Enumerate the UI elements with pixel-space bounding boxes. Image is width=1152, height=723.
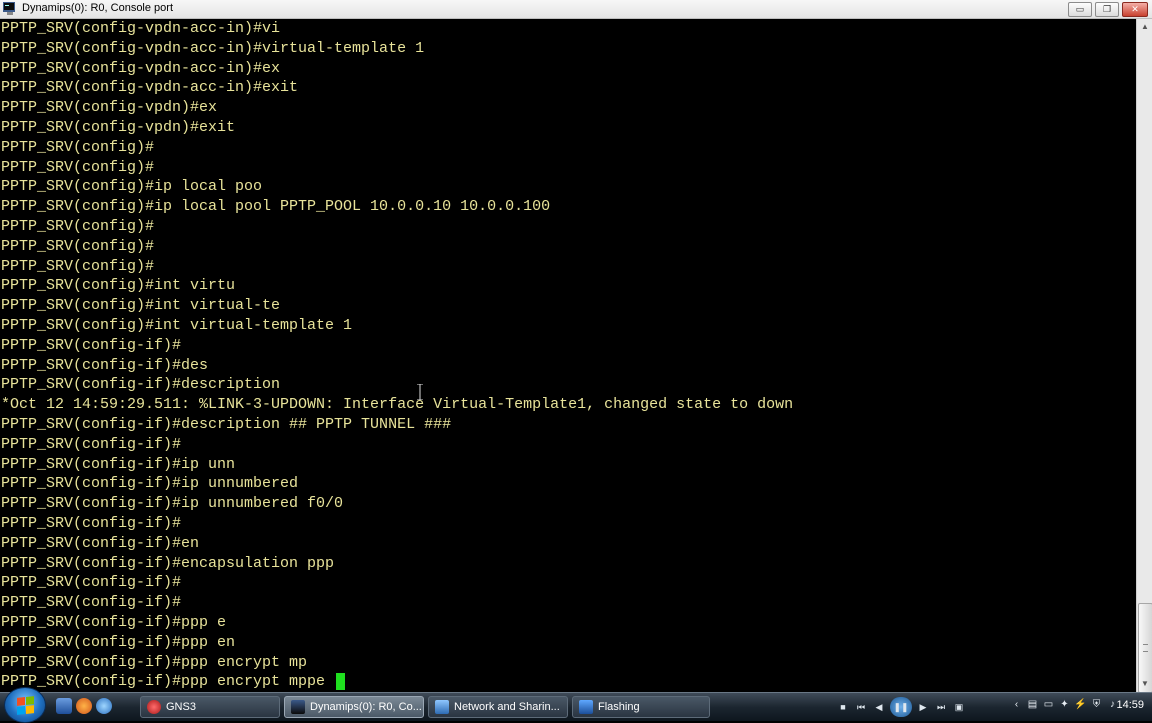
taskbar-buttons: GNS3 Dynamips(0): R0, Co... Network and … [140, 696, 710, 718]
console-line: PPTP_SRV(config-if)#ip unnumbered [1, 475, 299, 493]
task-label: Flashing [598, 701, 640, 713]
media-switch-icon[interactable]: ▣ [952, 700, 966, 714]
console-app-icon [3, 2, 15, 15]
console-line: PPTP_SRV(config-vpdn)#exit [1, 118, 236, 136]
text-cursor [336, 672, 346, 690]
network-icon [435, 700, 449, 714]
task-label: Network and Sharin... [454, 701, 560, 713]
task-flashing[interactable]: Flashing [572, 696, 710, 718]
system-clock[interactable]: 14:59 [1116, 699, 1144, 711]
task-dynamips-console[interactable]: Dynamips(0): R0, Co... [284, 696, 424, 718]
console-line: PPTP_SRV(config)#ip local poo [1, 178, 263, 196]
console-line: PPTP_SRV(config-vpdn-acc-in)#exit [1, 79, 299, 97]
console-lines: PPTP_SRV(config-vpdn-acc-in)#vi PPTP_SRV(… [0, 19, 1136, 672]
quick-launch [56, 698, 112, 714]
console-prompt-text: PPTP_SRV(config-if)#ppp encrypt mppe [1, 673, 335, 691]
console-line: PPTP_SRV(config-if)#ip unnumbered f0/0 [1, 495, 344, 513]
window-title: Dynamips(0): R0, Console port [22, 2, 174, 14]
close-button[interactable]: ✕ [1122, 2, 1148, 17]
system-tray: ‹ ▤ ▭ ✦ ⚡ ⛨ ♪ [1010, 698, 1119, 711]
media-previous-icon[interactable]: ⏮ [854, 700, 868, 714]
vertical-scrollbar[interactable]: ▲ ▼ [1136, 19, 1152, 693]
media-forward-icon[interactable]: ▶ [916, 700, 930, 714]
console-line: PPTP_SRV(config)# [1, 237, 155, 255]
media-controls: ■ ⏮ ◀ ❚❚ ▶ ⏭ ▣ [836, 697, 966, 717]
console-line: PPTP_SRV(config-if)#ip unn [1, 455, 236, 473]
console-line: PPTP_SRV(config)# [1, 138, 155, 156]
console-line: PPTP_SRV(config-vpdn)#ex [1, 99, 218, 117]
console-line: *Oct 12 14:59:29.511: %LINK-3-UPDOWN: In… [1, 396, 794, 414]
ibeam-cursor-icon [417, 384, 423, 400]
console-line: PPTP_SRV(config)# [1, 158, 155, 176]
scroll-down-arrow-icon[interactable]: ▼ [1137, 676, 1152, 692]
console-line: PPTP_SRV(config-vpdn-acc-in)#virtual-tem… [1, 39, 425, 57]
gns3-icon [147, 700, 161, 714]
task-label: GNS3 [166, 701, 196, 713]
media-next-icon[interactable]: ⏭ [934, 700, 948, 714]
console-line: PPTP_SRV(config-if)#description [1, 376, 281, 394]
scrollbar-grip-icon [1143, 644, 1148, 652]
console-line: PPTP_SRV(config-if)# [1, 435, 182, 453]
console-line: PPTP_SRV(config-if)# [1, 514, 182, 532]
console-line: PPTP_SRV(config)#ip local pool PPTP_POOL… [1, 198, 551, 216]
task-gns3[interactable]: GNS3 [140, 696, 280, 718]
media-pause-icon[interactable]: ❚❚ [890, 697, 912, 717]
console-line: PPTP_SRV(config-vpdn-acc-in)#vi [1, 20, 281, 37]
tray-language-icon[interactable]: ▤ [1026, 698, 1039, 711]
console-line: PPTP_SRV(config)# [1, 257, 155, 275]
console-line: PPTP_SRV(config-if)#encapsulation ppp [1, 554, 335, 572]
console-line: PPTP_SRV(config-if)#description ## PPTP … [1, 415, 452, 433]
console-line: PPTP_SRV(config)#int virtual-template 1 [1, 316, 353, 334]
window-titlebar[interactable]: Dynamips(0): R0, Console port ▭ ❐ ✕ [0, 0, 1152, 19]
media-stop-icon[interactable]: ■ [836, 700, 850, 714]
internet-explorer-icon[interactable] [96, 698, 112, 714]
console-line: PPTP_SRV(config)#int virtual-te [1, 297, 281, 315]
console-prompt-line[interactable]: PPTP_SRV(config-if)#ppp encrypt mppe [0, 672, 1136, 692]
tray-monitor-icon[interactable]: ▭ [1042, 698, 1055, 711]
console-line: PPTP_SRV(config-if)#en [1, 534, 200, 552]
console-line: PPTP_SRV(config-if)#ppp en [1, 633, 236, 651]
start-button[interactable] [4, 687, 46, 723]
scroll-up-arrow-icon[interactable]: ▲ [1137, 19, 1152, 35]
console-line: PPTP_SRV(config)#int virtu [1, 277, 236, 295]
windows-logo-icon [16, 695, 34, 715]
console-output[interactable]: PPTP_SRV(config-vpdn-acc-in)#vi PPTP_SRV(… [0, 19, 1136, 692]
tray-app-icon[interactable]: ✦ [1058, 698, 1071, 711]
minimize-button[interactable]: ▭ [1068, 2, 1092, 17]
console-line: PPTP_SRV(config)# [1, 217, 155, 235]
console-line: PPTP_SRV(config-if)#des [1, 356, 209, 374]
tray-network-icon[interactable]: ⚡ [1074, 698, 1087, 711]
console-line: PPTP_SRV(config-vpdn-acc-in)#ex [1, 59, 281, 77]
tray-shield-icon[interactable]: ⛨ [1090, 698, 1103, 711]
window-controls: ▭ ❐ ✕ [1068, 2, 1148, 17]
media-rewind-icon[interactable]: ◀ [872, 700, 886, 714]
maximize-button[interactable]: ❐ [1095, 2, 1119, 17]
console-line: PPTP_SRV(config-if)# [1, 574, 182, 592]
terminal-icon [291, 700, 305, 714]
tray-chevron-icon[interactable]: ‹ [1010, 698, 1023, 711]
firefox-icon[interactable] [76, 698, 92, 714]
task-label: Dynamips(0): R0, Co... [310, 701, 422, 713]
taskbar: GNS3 Dynamips(0): R0, Co... Network and … [0, 687, 1152, 723]
show-desktop-icon[interactable] [56, 698, 72, 714]
task-network-sharing[interactable]: Network and Sharin... [428, 696, 568, 718]
console-line: PPTP_SRV(config-if)# [1, 594, 182, 612]
flashing-icon [579, 700, 593, 714]
console-line: PPTP_SRV(config-if)# [1, 336, 182, 354]
console-line: PPTP_SRV(config-if)#ppp encrypt mp [1, 653, 308, 671]
console-line: PPTP_SRV(config-if)#ppp e [1, 613, 227, 631]
